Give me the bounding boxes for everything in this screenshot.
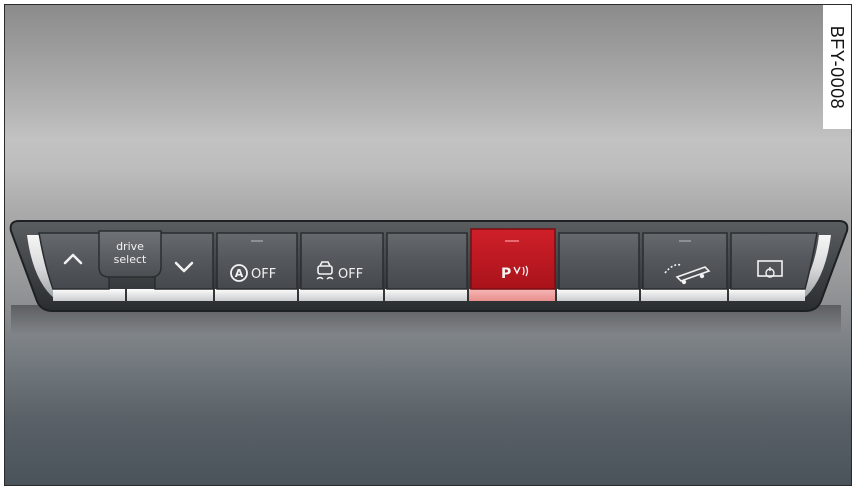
key-bottom-3	[215, 289, 297, 301]
parking-label: P	[501, 266, 511, 282]
button-blank-right[interactable]	[558, 232, 640, 290]
key-bottom-1	[53, 289, 125, 301]
key-bottom-4	[299, 289, 383, 301]
start-stop-off-label: OFF	[251, 267, 276, 282]
select-label: select	[114, 253, 147, 266]
button-esc-off[interactable]: OFF	[300, 232, 384, 290]
button-down[interactable]	[154, 232, 214, 290]
key-bottom-7	[557, 289, 639, 301]
control-panel-photo: drive select A OFF OFF P	[9, 220, 849, 335]
button-drive-select[interactable]: drive select	[98, 230, 162, 278]
key-bottom-8	[641, 289, 727, 301]
button-hill-descent[interactable]	[642, 232, 728, 290]
key-bottom-6	[469, 289, 555, 301]
figure-id-text: BFY-0008	[827, 25, 848, 109]
indicator-led	[505, 240, 519, 242]
button-start-stop-off[interactable]: A OFF	[216, 232, 298, 290]
figure-id-label: BFY-0008	[823, 5, 851, 129]
indicator-led	[251, 240, 263, 242]
photo-frame: drive select A OFF OFF P BFY-0008	[4, 4, 852, 486]
button-parking[interactable]: P	[470, 228, 556, 290]
button-display[interactable]	[730, 232, 818, 290]
key-bottom-9	[729, 289, 805, 301]
svg-text:A: A	[235, 267, 244, 280]
esc-off-label: OFF	[338, 267, 363, 282]
drive-label: drive	[116, 240, 144, 253]
indicator-led	[679, 240, 691, 242]
button-blank-left[interactable]	[386, 232, 468, 290]
key-bottom-2	[127, 289, 213, 301]
key-bottom-5	[385, 289, 467, 301]
